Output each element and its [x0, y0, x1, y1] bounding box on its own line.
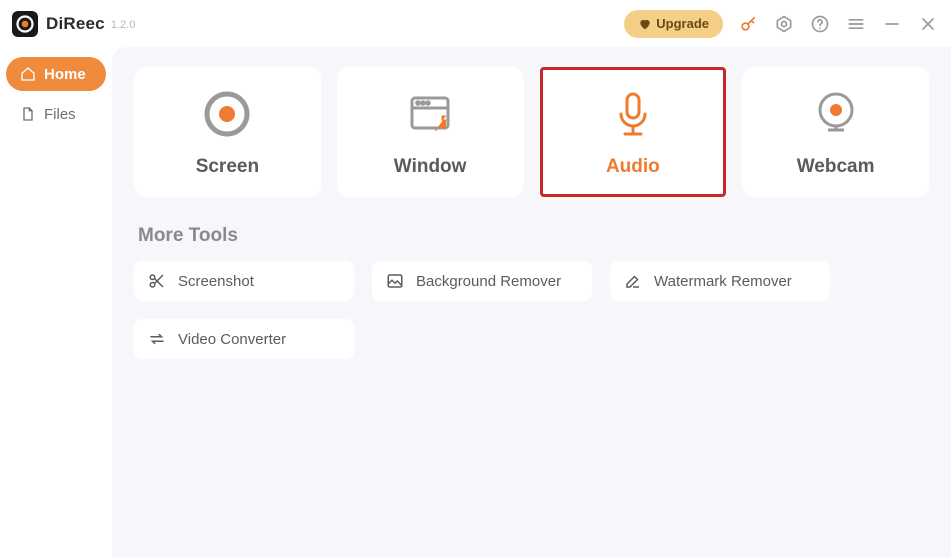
- sidebar: Home Files: [0, 47, 112, 557]
- card-webcam[interactable]: Webcam: [742, 67, 929, 197]
- settings-icon[interactable]: [773, 13, 795, 35]
- tool-video-converter[interactable]: Video Converter: [134, 319, 354, 359]
- image-icon: [386, 272, 404, 290]
- webcam-icon: [808, 86, 864, 142]
- titlebar: DiReec 1.2.0 Upgrade: [0, 0, 951, 47]
- upgrade-label: Upgrade: [656, 16, 709, 31]
- app-logo: [12, 11, 38, 37]
- sidebar-item-home[interactable]: Home: [6, 57, 106, 91]
- menu-icon[interactable]: [845, 13, 867, 35]
- sidebar-item-label: Files: [44, 106, 76, 123]
- sidebar-item-files[interactable]: Files: [6, 97, 106, 131]
- sidebar-item-label: Home: [44, 66, 86, 83]
- help-icon[interactable]: [809, 13, 831, 35]
- app-name: DiReec: [46, 14, 105, 34]
- record-icon: [199, 86, 255, 142]
- app-version: 1.2.0: [111, 19, 135, 31]
- card-label: Window: [394, 156, 467, 178]
- home-icon: [20, 66, 36, 82]
- mode-cards: Screen Window Audio Webcam: [134, 67, 929, 197]
- tool-background-remover[interactable]: Background Remover: [372, 261, 592, 301]
- file-icon: [20, 106, 36, 122]
- card-label: Screen: [196, 156, 259, 178]
- upgrade-button[interactable]: Upgrade: [624, 10, 723, 38]
- tool-screenshot[interactable]: Screenshot: [134, 261, 354, 301]
- key-icon[interactable]: [737, 13, 759, 35]
- card-label: Audio: [606, 156, 660, 178]
- tool-label: Background Remover: [416, 273, 561, 290]
- eraser-icon: [624, 272, 642, 290]
- card-window[interactable]: Window: [337, 67, 524, 197]
- close-button[interactable]: [917, 13, 939, 35]
- main-content: Screen Window Audio Webcam: [112, 47, 951, 557]
- card-screen[interactable]: Screen: [134, 67, 321, 197]
- card-label: Webcam: [797, 156, 875, 178]
- swap-icon: [148, 330, 166, 348]
- heart-icon: [638, 17, 652, 31]
- tool-label: Video Converter: [178, 331, 286, 348]
- tool-grid: Screenshot Background Remover Watermark …: [134, 261, 929, 359]
- scissors-icon: [148, 272, 166, 290]
- card-audio[interactable]: Audio: [540, 67, 727, 197]
- tool-label: Watermark Remover: [654, 273, 792, 290]
- minimize-button[interactable]: [881, 13, 903, 35]
- tool-watermark-remover[interactable]: Watermark Remover: [610, 261, 830, 301]
- window-icon: [402, 86, 458, 142]
- tool-label: Screenshot: [178, 273, 254, 290]
- more-tools-title: More Tools: [138, 225, 929, 247]
- microphone-icon: [605, 86, 661, 142]
